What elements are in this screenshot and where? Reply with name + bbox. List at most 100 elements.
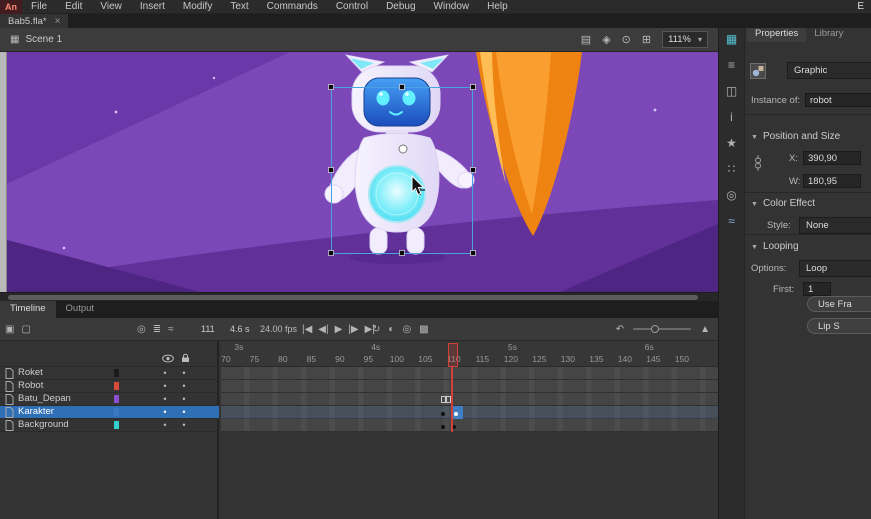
- timeline-zoom-slider[interactable]: [633, 328, 691, 330]
- zoom-value: 111%: [668, 34, 691, 45]
- layer-row-karakter[interactable]: Karakter••: [0, 406, 219, 419]
- layer-parenting-icon[interactable]: ≣: [153, 324, 161, 335]
- camera-icon[interactable]: ⊙: [622, 33, 631, 46]
- transform-point[interactable]: [399, 145, 407, 153]
- layer-row-batu_depan[interactable]: Batu_Depan••: [0, 393, 219, 406]
- keyframe-hollow[interactable]: [441, 396, 446, 403]
- menu-modify[interactable]: Modify: [174, 1, 221, 12]
- frame-rate-value[interactable]: 24.00 fps: [260, 318, 297, 340]
- layer-lock-dot[interactable]: •: [179, 393, 189, 405]
- frame-area[interactable]: 3s4s5s6s 7075808590951001051101151201251…: [221, 341, 718, 519]
- zoom-select[interactable]: 111% ▾: [662, 31, 708, 48]
- show-hide-all-icon[interactable]: [162, 350, 174, 368]
- panel-button-use-fra[interactable]: Use Fra: [807, 296, 871, 312]
- play-icon[interactable]: ▶: [335, 324, 343, 335]
- edit-symbols-icon[interactable]: ◈: [602, 33, 610, 46]
- tab-output[interactable]: Output: [56, 301, 105, 318]
- first-frame-field[interactable]: 1: [803, 282, 831, 296]
- timeline-zoom-knob[interactable]: [651, 325, 659, 333]
- layer-lock-dot[interactable]: •: [179, 406, 189, 418]
- layer-row-background[interactable]: Background••: [0, 419, 219, 432]
- menu-file[interactable]: File: [22, 1, 56, 12]
- keyframe-dot[interactable]: [441, 412, 445, 416]
- close-tab-icon[interactable]: ×: [55, 16, 61, 27]
- section-color-effect[interactable]: ▼Color Effect: [751, 198, 815, 209]
- menu-commands[interactable]: Commands: [258, 1, 327, 12]
- step-forward-icon[interactable]: |▶: [348, 324, 358, 335]
- new-layer-icon[interactable]: ▣: [5, 324, 14, 335]
- layer-visibility-dot[interactable]: •: [160, 419, 170, 431]
- lock-all-icon[interactable]: [181, 350, 190, 368]
- looping-options-select[interactable]: Loop: [799, 260, 871, 277]
- info-panel-icon[interactable]: i: [724, 110, 740, 125]
- menu-window[interactable]: Window: [425, 1, 479, 12]
- tab-timeline[interactable]: Timeline: [0, 301, 56, 318]
- document-tab[interactable]: Bab5.fla* ×: [0, 14, 68, 28]
- tab-library[interactable]: Library: [806, 26, 851, 42]
- menu-insert[interactable]: Insert: [131, 1, 174, 12]
- layer-visibility-dot[interactable]: •: [160, 393, 170, 405]
- step-back-icon[interactable]: ◀|: [318, 324, 328, 335]
- layer-visibility-dot[interactable]: •: [160, 380, 170, 392]
- keyframe-dot[interactable]: [441, 425, 445, 429]
- menu-text[interactable]: Text: [221, 1, 257, 12]
- camera-icon[interactable]: ◎: [137, 324, 146, 335]
- lens-panel-icon[interactable]: ◎: [724, 188, 740, 203]
- section-expand-icon[interactable]: ▼: [751, 244, 758, 251]
- scene-breadcrumb[interactable]: Scene 1: [25, 34, 62, 45]
- center-stage-icon[interactable]: ⊞: [642, 33, 651, 46]
- components-panel-icon[interactable]: ∷: [724, 162, 740, 177]
- x-value-field[interactable]: 390,90: [803, 151, 861, 165]
- layer-row-roket[interactable]: Roket••: [0, 367, 219, 380]
- timeline-toolbar: ▣▢ ◎≣≈ 111 4.6 s 24.00 fps |◀◀|▶|▶▶| ↻◐◎…: [0, 318, 718, 341]
- frame-grid[interactable]: [221, 367, 718, 432]
- workspace-button[interactable]: E: [850, 1, 871, 12]
- menu-help[interactable]: Help: [478, 1, 517, 12]
- playhead-marker[interactable]: [448, 343, 458, 367]
- instance-name-field[interactable]: robot: [805, 93, 871, 107]
- tab-properties[interactable]: Properties: [747, 26, 806, 42]
- menu-edit[interactable]: Edit: [56, 1, 91, 12]
- w-value-field[interactable]: 180,95: [803, 174, 861, 188]
- menu-control[interactable]: Control: [327, 1, 377, 12]
- go-first-frame-icon[interactable]: |◀: [302, 324, 312, 335]
- hscrollbar-thumb[interactable]: [8, 295, 698, 300]
- color-style-select[interactable]: None: [799, 217, 871, 234]
- menu-view[interactable]: View: [91, 1, 131, 12]
- onion-skin-icon[interactable]: ◐: [388, 324, 394, 335]
- link-width-height-icon[interactable]: [752, 155, 764, 176]
- layer-visibility-dot[interactable]: •: [160, 367, 170, 379]
- layer-visibility-dot[interactable]: •: [160, 406, 170, 418]
- section-expand-icon[interactable]: ▼: [751, 134, 758, 141]
- reset-timeline-zoom-icon[interactable]: ↶: [616, 324, 624, 335]
- onion-skin-outline-icon[interactable]: ◎: [402, 324, 411, 335]
- layer-lock-dot[interactable]: •: [179, 380, 189, 392]
- current-frame-value[interactable]: 111: [201, 318, 215, 340]
- symbol-type-select[interactable]: Graphic: [787, 62, 871, 79]
- menu-debug[interactable]: Debug: [377, 1, 424, 12]
- section-looping[interactable]: ▼Looping: [751, 241, 799, 252]
- loop-icon[interactable]: ↻: [372, 324, 380, 335]
- stage-hscrollbar[interactable]: [0, 292, 718, 301]
- motion-editor-panel-icon[interactable]: ≈: [724, 214, 740, 229]
- playhead-line[interactable]: [451, 367, 453, 432]
- ruler-frame-label: 150: [675, 354, 689, 364]
- layer-lock-dot[interactable]: •: [179, 419, 189, 431]
- frame-view-icon[interactable]: ▲: [700, 324, 710, 335]
- panel-button-lip-s[interactable]: Lip S: [807, 318, 871, 334]
- edit-multiple-frames-icon[interactable]: ▩: [419, 324, 428, 335]
- section-expand-icon[interactable]: ▼: [751, 201, 758, 208]
- section-position-and-size[interactable]: ▼Position and Size: [751, 131, 840, 142]
- stage-canvas[interactable]: [0, 52, 718, 292]
- layer-lock-dot[interactable]: •: [179, 367, 189, 379]
- brushes-panel-icon[interactable]: ★: [724, 136, 740, 151]
- new-folder-icon[interactable]: ▢: [21, 324, 30, 335]
- align-panel-icon[interactable]: ≡: [724, 58, 740, 73]
- layer-row-robot[interactable]: Robot••: [0, 380, 219, 393]
- app-logo[interactable]: An: [0, 0, 22, 14]
- libraries-panel-icon[interactable]: ▦: [724, 32, 740, 47]
- swatches-panel-icon[interactable]: ◫: [724, 84, 740, 99]
- graph-icon[interactable]: ≈: [168, 324, 174, 335]
- ruler-frame-numbers[interactable]: 7075808590951001051101151201251301351401…: [221, 353, 718, 367]
- edit-scene-icon[interactable]: ▤: [581, 33, 591, 46]
